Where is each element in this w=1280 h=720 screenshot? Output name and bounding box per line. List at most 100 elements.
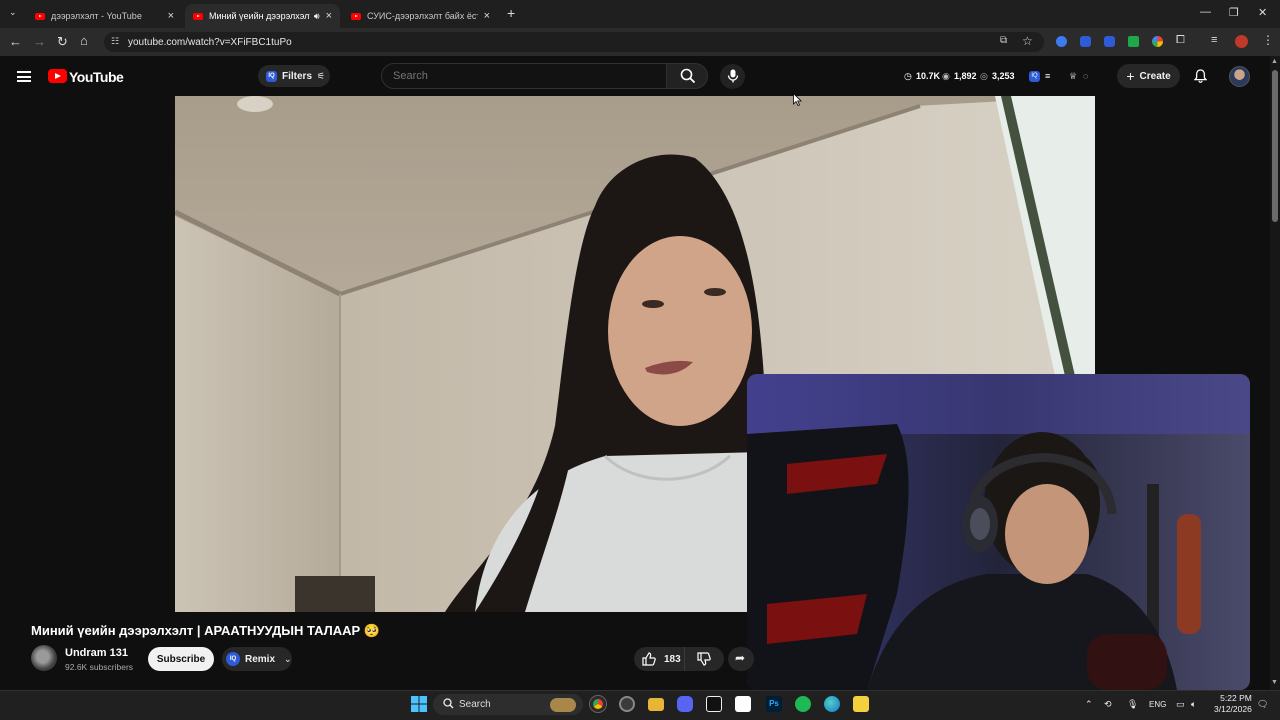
video-title: Миний үеийн дээрэлхэлт | АРААТНУУДЫН ТАЛ… [31,623,380,638]
subscriber-count: 92.6K subscribers [65,662,134,672]
home-icon[interactable]: ⌂ [80,33,88,48]
forward-icon[interactable]: → [33,34,46,49]
spotify-icon[interactable] [795,696,811,712]
channel-avatar[interactable] [31,645,57,671]
youtube-logo-text[interactable]: YouTube [69,69,124,85]
iq-extension-icon: IQ [226,652,240,666]
search-highlight-icon[interactable] [550,698,576,712]
scroll-up-icon[interactable]: ▲ [1271,58,1278,65]
profile-icon[interactable] [1235,35,1248,48]
youtube-logo-icon[interactable] [48,69,67,83]
filters-label: Filters [282,70,313,82]
extension-5-icon[interactable] [1152,36,1163,47]
windows-start-icon[interactable] [411,696,427,712]
webcam-frame [747,374,1250,690]
youtube-favicon-icon [193,12,203,20]
comments-icon: ◎ [980,71,988,81]
file-explorer-icon[interactable] [648,698,664,711]
chevron-down-icon: ⌄ [284,653,292,664]
plus-icon: + [1126,68,1135,84]
list-icon[interactable]: ≡ [1045,71,1050,81]
mouse-cursor-icon [793,93,802,106]
capcut-icon[interactable] [706,696,722,712]
restore-icon[interactable]: ❐ [1229,6,1239,19]
taskbar-search-label: Search [459,699,491,710]
iq-extension-icon[interactable]: IQ [1029,71,1040,82]
sync-icon[interactable]: ⟲ [1104,699,1112,710]
discord-icon[interactable] [677,696,693,712]
download-icon[interactable] [1128,36,1139,47]
search-button[interactable] [666,63,708,89]
iq-extension-icon: IQ [266,70,277,82]
clock-time: 5:22 PM [1220,693,1252,703]
sticky-notes-icon[interactable] [853,696,869,712]
chat-icon[interactable]: ◌ [1083,71,1088,81]
tray-overflow-icon[interactable]: ⌃ [1085,699,1093,710]
watching-stat: 1,892 [954,71,977,81]
back-icon[interactable]: ← [9,34,22,49]
close-window-icon[interactable]: ✕ [1258,6,1267,19]
youtube-favicon-icon [351,12,361,20]
tab-3[interactable]: СУИС-дээрэлхэлт байх ёстой × [343,4,498,28]
remix-button[interactable]: IQ Remix ⌄ [222,647,292,671]
tab-search-icon[interactable]: ⌄ [9,7,17,18]
close-tab-icon[interactable]: × [168,10,174,22]
url-text[interactable]: youtube.com/watch?v=XFiFBC1tuPo [128,37,292,48]
extension-1-icon[interactable] [1056,36,1067,47]
photoshop-icon[interactable]: Ps [766,696,782,712]
scroll-down-icon[interactable]: ▼ [1271,679,1278,686]
edge-icon[interactable] [824,696,840,712]
close-tab-icon[interactable]: × [326,10,332,22]
search-input[interactable] [381,63,667,89]
chrome-canary-icon[interactable] [619,696,635,712]
account-avatar[interactable] [1229,66,1250,87]
thumbs-down-icon [697,652,711,666]
close-tab-icon[interactable]: × [484,10,490,22]
filters-button[interactable]: IQ Filters ⚟ [258,65,330,87]
microphone-icon [727,69,738,83]
install-app-icon[interactable]: ⧉ [1000,35,1007,46]
picture-in-picture-camera[interactable] [747,374,1250,690]
remix-label: Remix [245,653,276,665]
tab-2-title: Миний үеийн дээрэлхэлт | [209,11,310,21]
minimize-icon[interactable]: — [1200,6,1211,18]
microphone-tray-icon[interactable]: 🎙︎ [1127,699,1138,710]
network-icon[interactable]: ▭ [1176,699,1185,710]
browser-menu-icon[interactable]: ⋮ [1262,33,1274,47]
subscribe-button[interactable]: Subscribe [148,647,214,671]
scrollbar-thumb[interactable] [1272,70,1278,222]
tab-3-title: СУИС-дээрэлхэлт байх ёстой [367,11,478,21]
taskbar-search-icon [443,698,454,709]
site-info-icon[interactable]: ☷ [111,36,119,47]
extension-3-icon[interactable] [1104,36,1115,47]
language-indicator[interactable]: ENG [1149,700,1166,709]
speaker-icon[interactable]: 🔊︎ [314,11,320,22]
extensions-puzzle-icon[interactable]: ⧠ [1176,34,1185,47]
volume-icon[interactable]: 🔈︎ [1191,699,1196,710]
eye-icon: ◉ [942,71,950,81]
tab-2[interactable]: Миний үеийн дээрэлхэлт | 🔊︎ × [185,4,340,28]
search-icon [680,68,696,84]
voice-search-button[interactable] [720,64,745,89]
notion-icon[interactable] [735,696,751,712]
clock-date: 3/12/2026 [1214,704,1252,714]
hamburger-menu-icon[interactable] [17,71,31,82]
notifications-icon[interactable]: 🗨︎ [1257,699,1268,710]
trophy-icon[interactable]: ♕ [1069,71,1077,82]
chrome-icon[interactable] [590,696,606,712]
notifications-bell-icon[interactable] [1194,69,1207,83]
reading-list-icon[interactable]: ≡ [1211,34,1217,46]
channel-name[interactable]: Undram 131 [65,647,128,659]
create-button[interactable]: + Create [1117,64,1180,88]
new-tab-button[interactable]: + [507,5,515,21]
tab-1[interactable]: дээрэлхэлт - YouTube × [27,4,182,28]
dislike-button[interactable] [684,647,724,671]
extension-2-icon[interactable] [1080,36,1091,47]
bookmark-star-icon[interactable]: ☆ [1022,34,1033,48]
system-clock[interactable]: 5:22 PM 3/12/2026 [1214,693,1252,715]
share-button[interactable]: ➦ [728,647,754,671]
tab-1-title: дээрэлхэлт - YouTube [51,11,142,21]
reload-icon[interactable]: ↻ [57,34,68,50]
youtube-favicon-icon [35,12,45,20]
history-icon: ◷ [904,71,912,81]
